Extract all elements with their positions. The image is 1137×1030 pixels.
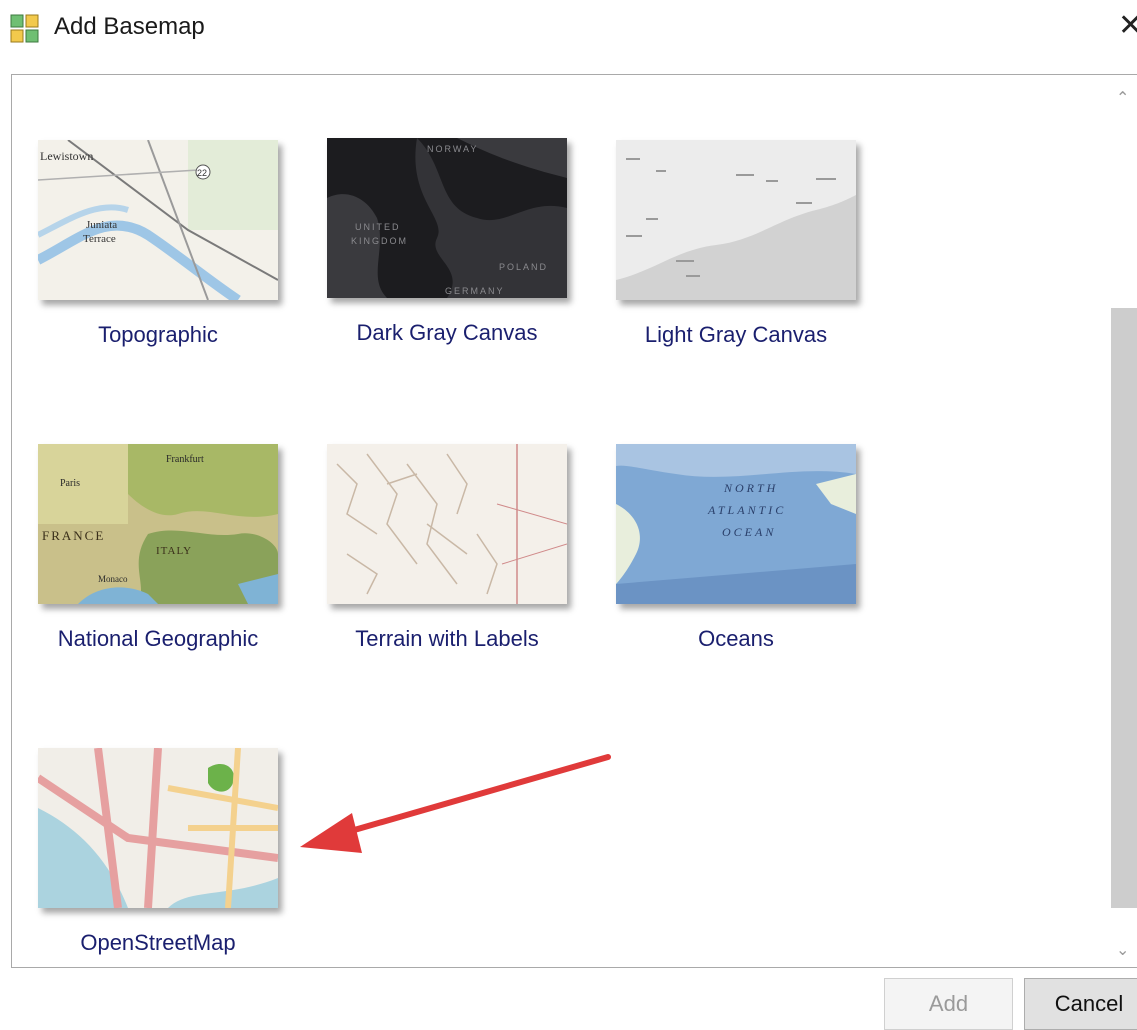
thumb-text: Monaco — [98, 574, 128, 584]
dark-gray-map-icon: NORWAY UNITED KINGDOM POLAND GERMANY — [327, 138, 567, 298]
cancel-button[interactable]: Cancel — [1024, 978, 1137, 1030]
scroll-up-icon[interactable]: ⌃ — [1116, 88, 1129, 108]
basemap-tile-topographic[interactable]: Lewistown Juniata Terrace 22 Topographic — [13, 140, 303, 400]
basemap-tile-national-geographic[interactable]: FRANCE ITALY Frankfurt Paris Monaco Nati… — [13, 444, 303, 704]
thumb-text: FRANCE — [42, 528, 105, 543]
thumb-text: POLAND — [499, 262, 548, 272]
close-icon[interactable]: ✕ — [1118, 8, 1137, 44]
oceans-map-icon: NORTH ATLANTIC OCEAN — [616, 444, 856, 604]
title-bar: Add Basemap ✕ — [0, 0, 1137, 58]
basemap-tile-light-gray-canvas[interactable]: Light Gray Canvas — [591, 140, 881, 400]
basemap-tile-openstreetmap[interactable]: OpenStreetMap — [13, 748, 303, 1008]
annotation-arrow-icon — [300, 754, 611, 853]
window-title: Add Basemap — [54, 13, 205, 40]
thumb-text: Paris — [60, 478, 80, 489]
thumb-text: GERMANY — [445, 286, 505, 296]
openstreetmap-map-icon — [38, 748, 278, 908]
thumb-text: 22 — [197, 168, 207, 178]
thumb-text: Juniata — [86, 219, 117, 231]
thumb-text: NORWAY — [427, 144, 478, 154]
thumb-text: ATLANTIC — [707, 503, 786, 517]
basemap-tile-terrain-with-labels[interactable]: Terrain with Labels — [302, 444, 592, 704]
thumb-text: Terrace — [83, 233, 116, 245]
tile-label: Topographic — [98, 322, 218, 347]
tile-label: Dark Gray Canvas — [356, 320, 538, 345]
thumb-text: NORTH — [723, 481, 778, 495]
add-button[interactable]: Add — [884, 978, 1013, 1030]
tile-label: Light Gray Canvas — [644, 322, 828, 347]
thumb-text: UNITED — [355, 222, 401, 232]
thumb-text: KINGDOM — [351, 236, 408, 246]
basemap-tile-dark-gray-canvas[interactable]: NORWAY UNITED KINGDOM POLAND GERMANY Dar… — [302, 138, 592, 398]
tile-label: OpenStreetMap — [80, 930, 236, 955]
topographic-map-icon: Lewistown Juniata Terrace 22 — [38, 140, 278, 300]
tile-label: National Geographic — [57, 626, 259, 651]
thumb-text: Frankfurt — [166, 454, 204, 465]
basemap-grid-icon — [10, 14, 40, 44]
scrollbar-thumb[interactable] — [1111, 308, 1137, 908]
national-geographic-map-icon: FRANCE ITALY Frankfurt Paris Monaco — [38, 444, 278, 604]
light-gray-map-icon — [616, 140, 856, 300]
terrain-map-icon — [327, 444, 567, 604]
thumb-text: OCEAN — [722, 525, 776, 539]
tile-label: Oceans — [698, 626, 774, 651]
scroll-down-icon[interactable]: ⌄ — [1116, 940, 1129, 960]
thumb-text: ITALY — [156, 545, 192, 557]
basemap-tile-oceans[interactable]: NORTH ATLANTIC OCEAN Oceans — [591, 444, 881, 704]
thumb-text: Lewistown — [40, 149, 93, 163]
tile-label: Terrain with Labels — [355, 626, 539, 651]
